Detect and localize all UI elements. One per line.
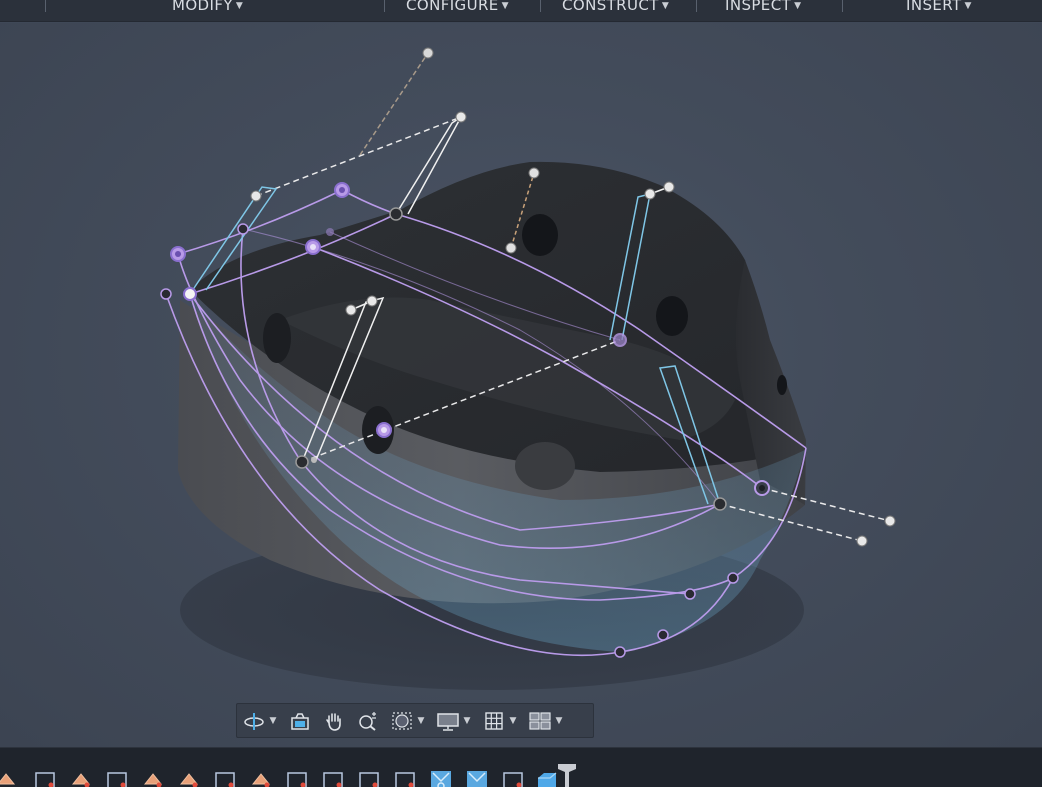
menu-construct[interactable]: CONSTRUCT ▼ <box>562 0 670 14</box>
look-at-icon <box>291 712 309 730</box>
chevron-down-icon: ▼ <box>269 715 277 726</box>
sketch-feature-icon[interactable] <box>0 770 18 787</box>
menu-inspect[interactable]: INSPECT ▼ <box>725 0 802 14</box>
grid-button[interactable] <box>481 708 507 734</box>
pan-hand-icon <box>326 712 341 731</box>
sketch-icon[interactable] <box>501 770 525 787</box>
display-settings-icon <box>437 712 459 731</box>
chevron-down-icon: ▼ <box>555 715 563 726</box>
pan-button[interactable] <box>321 708 347 734</box>
sketch-icon[interactable] <box>285 770 309 787</box>
hole <box>263 313 291 363</box>
look-at-button[interactable] <box>287 708 313 734</box>
sketch-feature-icon[interactable] <box>177 770 201 787</box>
model-scene[interactable] <box>0 23 1042 747</box>
sketch-icon[interactable] <box>357 770 381 787</box>
toolbar-separator <box>696 0 697 12</box>
hole <box>656 296 688 336</box>
menu-label: CONSTRUCT <box>562 0 659 14</box>
chevron-down-icon: ▼ <box>794 1 802 11</box>
toolbar-separator <box>540 0 541 12</box>
toolbar-separator <box>842 0 843 12</box>
menu-label: INSERT <box>906 0 962 14</box>
chevron-down-icon: ▼ <box>235 1 244 11</box>
loft-icon[interactable] <box>429 770 453 787</box>
fit-window-button[interactable] <box>389 708 415 734</box>
toolbar-separator <box>384 0 385 12</box>
display-settings-dropdown[interactable]: ▼ <box>461 708 473 734</box>
sketch-icon[interactable] <box>393 770 417 787</box>
model-viewport[interactable] <box>0 23 1042 747</box>
zoom-icon <box>359 711 376 731</box>
hole <box>522 214 558 256</box>
navigation-bar: ▼ ▼ ▼ ▼ ▼ <box>236 703 594 738</box>
sketch-feature-icon[interactable] <box>249 770 273 787</box>
sketch-feature-icon[interactable] <box>69 770 93 787</box>
hole <box>515 442 575 490</box>
viewports-button[interactable] <box>527 708 553 734</box>
sketch-icon[interactable] <box>105 770 129 787</box>
sketch-icon[interactable] <box>321 770 345 787</box>
sketch-icon[interactable] <box>33 770 57 787</box>
chevron-down-icon: ▼ <box>964 1 972 11</box>
sketch-feature-icon[interactable] <box>141 770 165 787</box>
grid-dropdown[interactable]: ▼ <box>507 708 519 734</box>
chevron-down-icon: ▼ <box>417 715 425 726</box>
orbit-dropdown[interactable]: ▼ <box>267 708 279 734</box>
loft-icon[interactable] <box>465 770 489 787</box>
fit-window-dropdown[interactable]: ▼ <box>415 708 427 734</box>
timeline-marker-icon[interactable] <box>555 762 579 787</box>
hole <box>777 375 787 395</box>
viewports-icon <box>529 711 551 730</box>
menu-label: MODIFY <box>172 0 233 14</box>
chevron-down-icon: ▼ <box>501 1 509 11</box>
orbit-icon <box>244 712 264 730</box>
menu-configure[interactable]: CONFIGURE ▼ <box>406 0 509 14</box>
zoom-button[interactable] <box>355 708 381 734</box>
grid-icon <box>485 711 503 730</box>
fit-window-icon <box>392 711 412 730</box>
sketch-icon[interactable] <box>213 770 237 787</box>
display-settings-button[interactable] <box>435 708 461 734</box>
chevron-down-icon: ▼ <box>661 1 670 11</box>
menu-insert[interactable]: INSERT ▼ <box>906 0 972 14</box>
viewports-dropdown[interactable]: ▼ <box>553 708 565 734</box>
design-timeline <box>0 747 1042 787</box>
chevron-down-icon: ▼ <box>509 715 517 726</box>
menu-modify[interactable]: MODIFY ▼ <box>172 0 244 14</box>
menu-label: INSPECT <box>725 0 792 14</box>
top-toolbar: MODIFY ▼ CONFIGURE ▼ CONSTRUCT ▼ INSPECT ▼ I… <box>0 0 1042 22</box>
toolbar-separator <box>45 0 46 12</box>
orbit-button[interactable] <box>241 708 267 734</box>
menu-label: CONFIGURE <box>406 0 499 14</box>
chevron-down-icon: ▼ <box>463 715 471 726</box>
